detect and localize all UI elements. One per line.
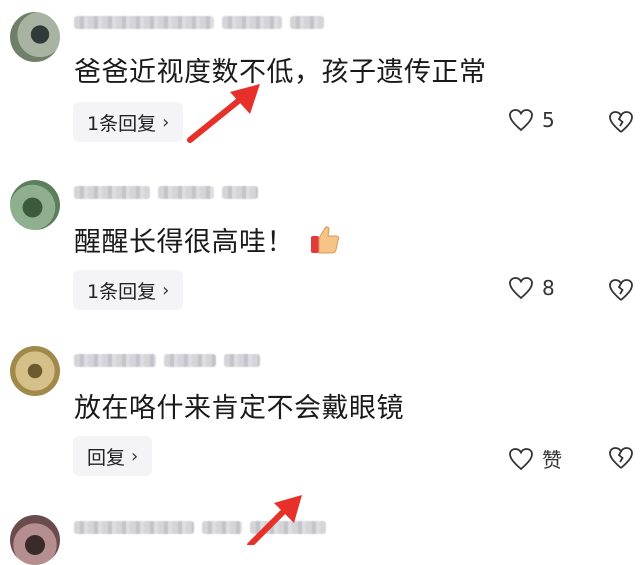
broken-heart-icon [609,111,633,133]
heart-outline-icon [509,277,533,300]
broken-heart-icon [609,447,633,469]
avatar[interactable] [10,12,60,62]
red-arrow-icon [247,495,302,545]
like-count: 赞 [542,448,562,472]
dislike-button[interactable] [607,446,635,474]
heart-outline-icon [509,447,533,470]
chevron-right-icon: › [162,279,170,301]
reply-label: 回复 [87,446,126,469]
like-button[interactable]: 5 [508,108,555,132]
comment-text: 放在咯什来肯定不会戴眼镜 [74,393,404,424]
view-replies-button[interactable]: 1条回复 › [73,102,184,142]
avatar[interactable] [10,346,60,396]
comment-text: 爸爸近视度数不低，孩子遗传正常 [74,57,487,88]
like-count: 8 [542,276,555,300]
view-replies-button[interactable]: 1条回复 › [73,270,184,310]
broken-heart-icon [609,279,633,301]
chevron-right-icon: › [131,445,139,467]
reply-label: 1条回复 [87,112,157,135]
thumbs-up-icon [311,226,340,254]
like-button[interactable]: 8 [508,276,555,300]
comment-text: 醒醒长得很高哇！ [74,220,341,259]
red-arrow-icon [187,84,260,143]
dislike-button[interactable] [607,278,635,306]
like-count: 5 [542,108,555,132]
comment-meta-blurred [74,352,260,368]
reply-button[interactable]: 回复 › [73,436,153,476]
heart-outline-icon [509,109,533,132]
reply-label: 1条回复 [87,280,157,303]
chevron-right-icon: › [162,111,170,133]
avatar[interactable] [10,180,60,230]
comment-meta-blurred [74,14,324,30]
like-button[interactable]: 赞 [508,444,562,473]
comment-meta-blurred [74,184,258,200]
dislike-button[interactable] [607,110,635,138]
avatar[interactable] [10,515,60,565]
